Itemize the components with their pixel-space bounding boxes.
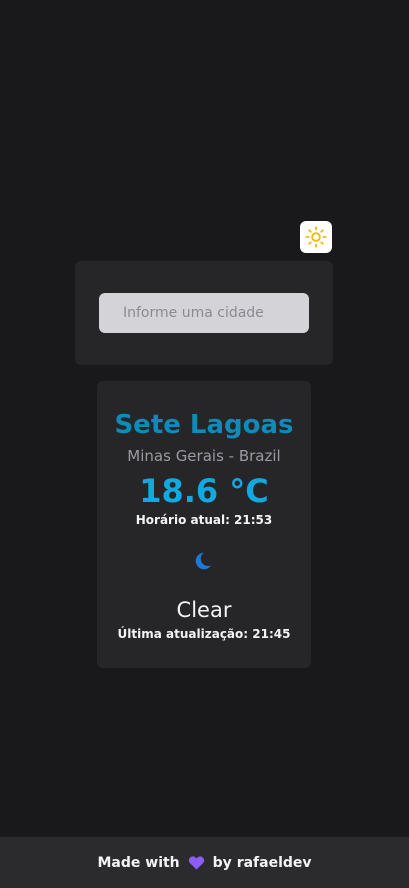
footer: Made with by rafaeldev bbox=[0, 837, 409, 888]
local-time: Horário atual: 21:53 bbox=[135, 513, 273, 527]
moon-icon bbox=[195, 551, 215, 570]
footer-by: by bbox=[212, 854, 232, 871]
weather-card: Sete Lagoas Minas Gerais - Brazil 18.6 °… bbox=[97, 381, 311, 668]
author-link[interactable]: rafaeldev bbox=[237, 855, 312, 871]
city-name: Sete Lagoas bbox=[114, 410, 294, 440]
last-updated: Última atualização: 21:45 bbox=[117, 627, 291, 641]
weather-condition: Clear bbox=[176, 598, 232, 622]
footer-made-with: Made with bbox=[97, 854, 180, 871]
city-search-input[interactable] bbox=[99, 293, 309, 333]
theme-toggle-button[interactable] bbox=[300, 221, 332, 253]
sun-icon bbox=[305, 226, 327, 248]
search-card bbox=[75, 261, 333, 365]
temperature: 18.6 °C bbox=[139, 472, 269, 510]
region-country: Minas Gerais - Brazil bbox=[127, 447, 281, 465]
heart-icon bbox=[188, 855, 205, 870]
